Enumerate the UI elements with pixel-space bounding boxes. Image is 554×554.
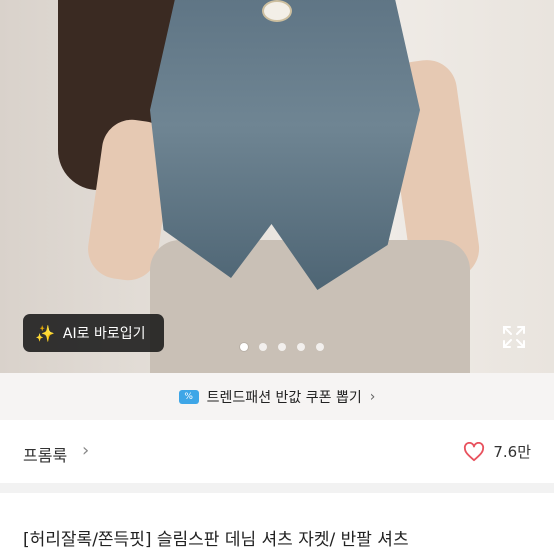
chevron-right-icon[interactable]: › xyxy=(82,440,89,461)
product-title: [허리잘록/쫀득핏] 슬림스판 데님 셔츠 자켓/ 반팔 셔츠 xyxy=(23,530,409,550)
section-divider xyxy=(0,483,554,493)
like-button[interactable]: 7.6만 xyxy=(463,441,531,462)
chevron-right-icon: › xyxy=(369,388,376,405)
shop-name-link[interactable]: 프롬룩 xyxy=(23,442,67,466)
carousel-dot[interactable] xyxy=(316,343,324,351)
carousel-indicator xyxy=(240,343,324,351)
shop-row: 프롬룩 › 7.6만 xyxy=(0,420,554,483)
coupon-label: 트렌드패션 반값 쿠폰 뽑기 xyxy=(206,389,362,406)
carousel-dot[interactable] xyxy=(259,343,267,351)
ai-try-on-label: AI로 바로입기 xyxy=(62,326,146,342)
magic-wand-icon: ✨ xyxy=(35,323,55,343)
photo-necklace xyxy=(262,0,292,22)
ai-try-on-button[interactable]: ✨ AI로 바로입기 xyxy=(23,314,164,352)
expand-icon[interactable] xyxy=(501,324,527,350)
like-count: 7.6만 xyxy=(493,443,531,461)
product-image[interactable]: ✨ AI로 바로입기 xyxy=(0,0,554,373)
carousel-dot[interactable] xyxy=(240,343,248,351)
coupon-banner[interactable]: % 트렌드패션 반값 쿠폰 뽑기 › xyxy=(0,373,554,420)
carousel-dot[interactable] xyxy=(278,343,286,351)
coupon-ticket-icon: % xyxy=(178,389,199,404)
carousel-dot[interactable] xyxy=(297,343,305,351)
heart-icon xyxy=(464,441,485,461)
